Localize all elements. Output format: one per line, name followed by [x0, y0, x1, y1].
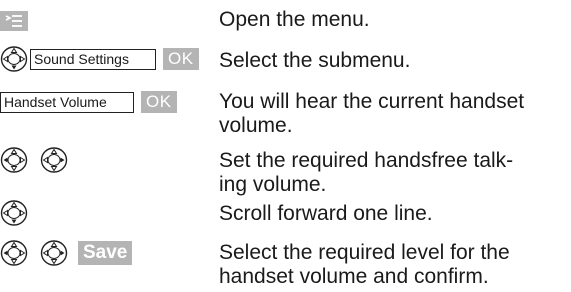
ok-key[interactable]: OK — [163, 48, 199, 70]
step-keys: Save — [0, 240, 133, 266]
control-key-icon — [40, 147, 68, 173]
control-key-icon — [0, 46, 28, 72]
step-keys: Handset Volume OK — [0, 89, 177, 115]
step-keys — [0, 8, 28, 34]
step-keys — [0, 147, 68, 173]
description-line: Select the required level for the — [219, 241, 510, 264]
step-keys: Sound Settings OK — [0, 46, 199, 72]
control-key-icon — [0, 200, 28, 226]
step-description: Set the required handsfree talk- ing vol… — [219, 149, 513, 197]
step-description: You will hear the current handset volume… — [219, 90, 524, 138]
description-line: volume. — [219, 114, 293, 137]
display-text-handset-volume: Handset Volume — [0, 91, 134, 113]
menu-icon — [0, 11, 28, 31]
step-description: Select the required level for the handse… — [219, 241, 510, 289]
description-line: You will hear the current handset — [219, 90, 525, 113]
description-line: ing volume. — [219, 173, 327, 196]
control-key-icon — [40, 240, 68, 266]
control-key-icon — [0, 240, 28, 266]
step-keys — [0, 200, 28, 226]
save-key[interactable]: Save — [78, 241, 133, 265]
control-key-icon — [0, 147, 28, 173]
step-description: Scroll forward one line. — [219, 202, 433, 225]
display-text-sound-settings: Sound Settings — [30, 48, 156, 70]
step-description: Select the submenu. — [219, 49, 411, 72]
description-line: Set the required handsfree talk- — [219, 149, 514, 172]
ok-key[interactable]: OK — [141, 91, 177, 113]
step-description: Open the menu. — [219, 8, 370, 31]
description-line: handset volume and confirm. — [219, 265, 489, 288]
